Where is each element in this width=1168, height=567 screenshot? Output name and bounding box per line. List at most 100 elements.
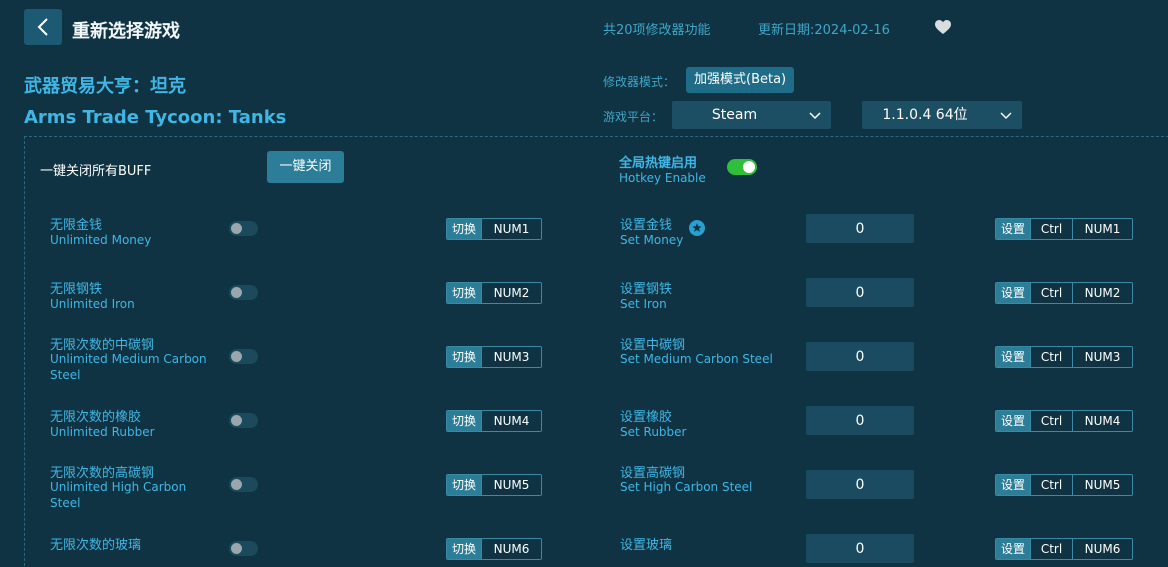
hotkey-key: NUM5 <box>1072 475 1133 495</box>
hotkey-action-label: 切换 <box>447 475 482 495</box>
hotkey-modifier: Ctrl <box>1030 219 1073 239</box>
hotkey-action-label: 切换 <box>447 347 482 367</box>
cheat-toggle[interactable] <box>229 285 258 300</box>
game-name-en: Arms Trade Tycoon: Tanks <box>24 107 287 128</box>
set-value-input[interactable] <box>806 278 914 307</box>
toggle-hotkey[interactable]: 切换 NUM6 <box>446 538 543 560</box>
set-name-en: Set Medium Carbon Steel <box>620 352 773 366</box>
set-hotkey[interactable]: 设置 Ctrl NUM3 <box>995 346 1134 368</box>
hotkey-action-label: 设置 <box>996 475 1031 495</box>
cheat-toggle[interactable] <box>229 349 258 364</box>
set-name-en: Set Iron <box>620 297 667 311</box>
hotkey-action-label: 设置 <box>996 539 1031 559</box>
hotkey-key: NUM1 <box>481 219 542 239</box>
toggle-hotkey[interactable]: 切换 NUM2 <box>446 282 543 304</box>
version-value: 1.1.0.4 64位 <box>882 107 968 123</box>
cheat-toggle[interactable] <box>229 221 258 236</box>
toggle-hotkey[interactable]: 切换 NUM3 <box>446 346 543 368</box>
close-all-button[interactable]: 一键关闭 <box>267 151 344 183</box>
cheat-row: 无限次数的玻璃 切换 NUM6 设置玻璃 设置 Ctrl NUM6 <box>0 526 1168 567</box>
set-value-input[interactable] <box>806 470 914 499</box>
chevron-down-icon <box>809 112 821 120</box>
feature-count: 共20项修改器功能 <box>603 23 711 38</box>
hotkey-modifier: Ctrl <box>1030 347 1073 367</box>
toggle-hotkey[interactable]: 切换 NUM5 <box>446 474 543 496</box>
set-value-input[interactable] <box>806 342 914 371</box>
platform-value: Steam <box>711 107 758 123</box>
hotkey-modifier: Ctrl <box>1030 411 1073 431</box>
hotkey-key: NUM6 <box>481 539 542 559</box>
heart-icon[interactable] <box>934 19 952 35</box>
cheat-name-cn: 无限钢铁 <box>50 282 103 297</box>
hotkey-key: NUM5 <box>481 475 542 495</box>
hotkey-key: NUM6 <box>1072 539 1133 559</box>
cheat-toggle[interactable] <box>229 413 258 428</box>
cheat-name-en: Unlimited Rubber <box>50 425 155 439</box>
hotkey-action-label: 设置 <box>996 411 1031 431</box>
chevron-down-icon <box>1000 112 1012 120</box>
hotkey-key: NUM3 <box>481 347 542 367</box>
set-name-en: Set High Carbon Steel <box>620 480 753 494</box>
hotkey-key: NUM4 <box>1072 411 1133 431</box>
mode-label: 修改器模式： <box>603 75 676 89</box>
toggle-hotkey[interactable]: 切换 NUM1 <box>446 218 543 240</box>
set-hotkey[interactable]: 设置 Ctrl NUM6 <box>995 538 1134 560</box>
cheat-name-cn: 无限金钱 <box>50 218 103 233</box>
trainer-window: 重新选择游戏 共20项修改器功能 更新日期:2024-02-16 武器贸易大亨：… <box>0 0 1168 567</box>
set-name-en: Set Rubber <box>620 425 687 439</box>
cheat-name-en: Unlimited High Carbon Steel <box>50 480 187 510</box>
cheat-row: 无限金钱 Unlimited Money 切换 NUM1 设置金钱 Set Mo… <box>0 206 1168 270</box>
page-title: 重新选择游戏 <box>72 21 180 42</box>
set-name-cn: 设置橡胶 <box>620 410 673 425</box>
cheat-row: 无限钢铁 Unlimited Iron 切换 NUM2 设置钢铁 Set Iro… <box>0 270 1168 334</box>
cheat-toggle[interactable] <box>229 477 258 492</box>
set-hotkey[interactable]: 设置 Ctrl NUM4 <box>995 410 1134 432</box>
hotkey-modifier: Ctrl <box>1030 475 1073 495</box>
close-all-buff-label: 一键关闭所有BUFF <box>40 164 152 179</box>
game-name-cn: 武器贸易大亨：坦克 <box>24 76 186 97</box>
hotkey-key: NUM3 <box>1072 347 1133 367</box>
hotkey-modifier: Ctrl <box>1030 539 1073 559</box>
set-value-input[interactable] <box>806 214 914 243</box>
hotkey-key: NUM1 <box>1072 219 1133 239</box>
set-name-en: Set Money <box>620 233 684 247</box>
hotkey-modifier: Ctrl <box>1030 283 1073 303</box>
cheat-toggle[interactable] <box>229 541 258 556</box>
hotkey-action-label: 切换 <box>447 539 482 559</box>
hotkey-key: NUM2 <box>1072 283 1133 303</box>
hotkey-action-label: 切换 <box>447 283 482 303</box>
cheat-row: 无限次数的中碳钢 Unlimited Medium Carbon Steel 切… <box>0 334 1168 398</box>
chevron-left-icon <box>37 18 48 36</box>
set-hotkey[interactable]: 设置 Ctrl NUM1 <box>995 218 1134 240</box>
cheat-row: 无限次数的高碳钢 Unlimited High Carbon Steel 切换 … <box>0 462 1168 526</box>
cheat-name-en: Unlimited Money <box>50 233 152 247</box>
hotkey-enable-toggle[interactable] <box>727 159 757 175</box>
set-hotkey[interactable]: 设置 Ctrl NUM2 <box>995 282 1134 304</box>
set-hotkey[interactable]: 设置 Ctrl NUM5 <box>995 474 1134 496</box>
back-button[interactable] <box>24 9 62 45</box>
toggle-hotkey[interactable]: 切换 NUM4 <box>446 410 543 432</box>
set-value-input[interactable] <box>806 534 914 563</box>
platform-dropdown[interactable]: Steam <box>672 101 831 129</box>
hotkey-action-label: 切换 <box>447 219 482 239</box>
set-name-cn: 设置金钱 <box>620 218 673 233</box>
mode-badge[interactable]: 加强模式(Beta) <box>686 67 795 93</box>
platform-label: 游戏平台： <box>603 110 664 124</box>
update-date: 更新日期:2024-02-16 <box>758 23 890 38</box>
hotkey-key: NUM4 <box>481 411 542 431</box>
cheat-row: 无限次数的橡胶 Unlimited Rubber 切换 NUM4 设置橡胶 Se… <box>0 398 1168 462</box>
hotkey-key: NUM2 <box>481 283 542 303</box>
hotkey-action-label: 设置 <box>996 283 1031 303</box>
hotkey-action-label: 设置 <box>996 347 1031 367</box>
hotkey-action-label: 设置 <box>996 219 1031 239</box>
hotkey-enable-label-en: Hotkey Enable <box>619 171 706 185</box>
set-value-input[interactable] <box>806 406 914 435</box>
cheat-name-cn: 无限次数的玻璃 <box>50 538 142 553</box>
star-icon <box>689 220 705 236</box>
cheat-name-cn: 无限次数的橡胶 <box>50 410 142 425</box>
version-dropdown[interactable]: 1.1.0.4 64位 <box>862 101 1022 129</box>
cheat-name-en: Unlimited Iron <box>50 297 135 311</box>
hotkey-action-label: 切换 <box>447 411 482 431</box>
hotkey-enable-label-cn: 全局热键启用 <box>619 156 698 171</box>
cheat-name-en: Unlimited Medium Carbon Steel <box>50 352 207 382</box>
